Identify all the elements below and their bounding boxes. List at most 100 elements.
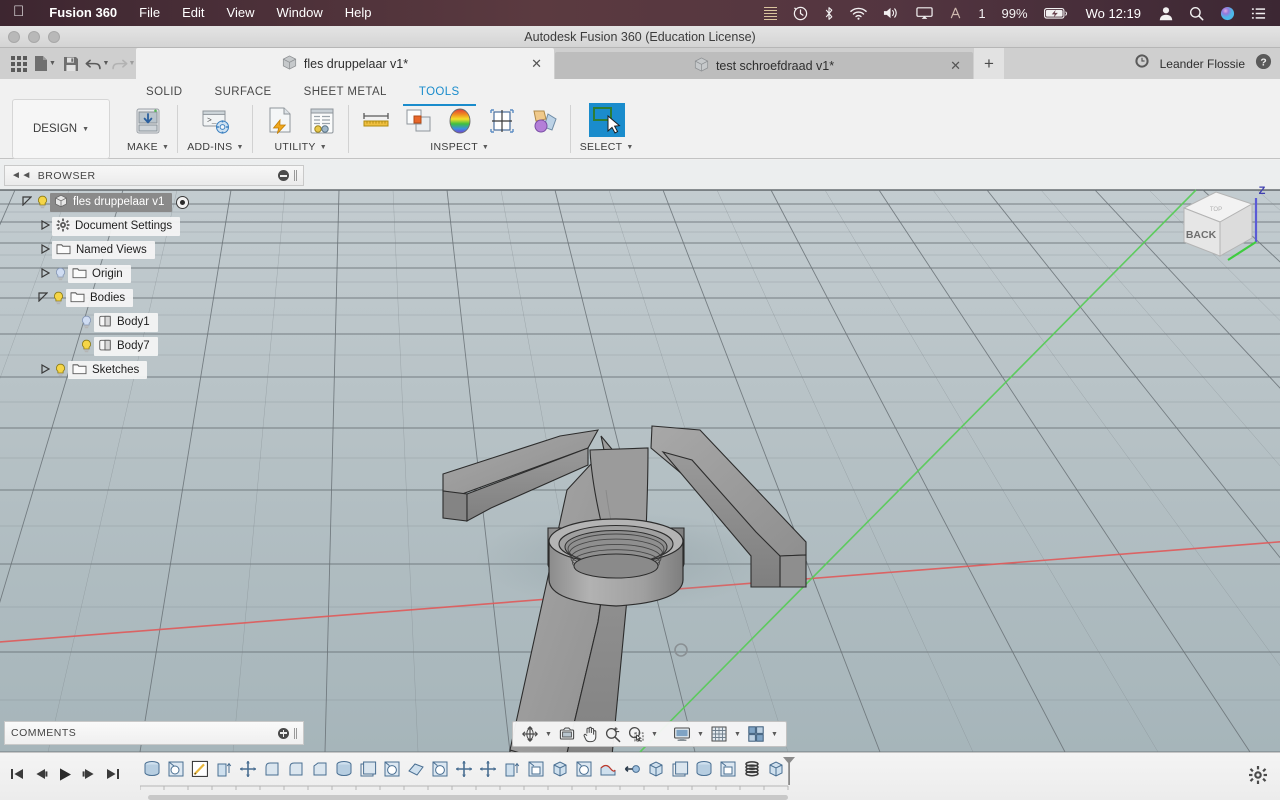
grid-and-snaps-icon[interactable] bbox=[708, 723, 729, 745]
go-to-beginning-icon[interactable] bbox=[6, 761, 28, 787]
zoom-window-icon[interactable] bbox=[625, 723, 646, 745]
interference-icon[interactable] bbox=[400, 103, 436, 139]
tree-node-fles-druppelaar[interactable]: fles druppelaar v1 bbox=[4, 192, 304, 212]
pan-icon[interactable] bbox=[579, 723, 600, 745]
curvature-comb-icon[interactable] bbox=[442, 103, 478, 139]
menu-item-window[interactable]: Window bbox=[265, 0, 333, 26]
viewport-dropdown-caret[interactable]: ▼ bbox=[768, 723, 780, 745]
panel-resize-grip[interactable] bbox=[294, 170, 297, 181]
step-forward-icon[interactable] bbox=[78, 761, 100, 787]
timeline-marker-icon[interactable] bbox=[781, 755, 795, 790]
tree-node-body7[interactable]: Body7 bbox=[4, 336, 304, 356]
document-tab-test-schroefdraad[interactable]: test schroefdraad v1* ✕ bbox=[555, 52, 973, 79]
job-status-clock-icon[interactable] bbox=[1134, 53, 1150, 74]
look-at-icon[interactable] bbox=[556, 723, 577, 745]
visibility-bulb-icon[interactable] bbox=[78, 339, 94, 353]
minimize-icon[interactable] bbox=[278, 170, 289, 181]
zoom-dropdown-caret[interactable]: ▼ bbox=[648, 723, 660, 745]
expand-arrow-icon[interactable] bbox=[38, 243, 52, 256]
view-cube[interactable]: BACK TOP Z bbox=[1170, 170, 1270, 270]
tree-node-chip[interactable]: Body7 bbox=[94, 336, 158, 356]
new-tab-button[interactable]: + bbox=[974, 48, 1004, 79]
measure-icon[interactable] bbox=[358, 103, 394, 139]
display-settings-icon[interactable] bbox=[671, 723, 692, 745]
orbit-dropdown-caret[interactable]: ▼ bbox=[542, 723, 554, 745]
time-machine-icon[interactable] bbox=[785, 0, 816, 26]
notification-center-icon[interactable] bbox=[1243, 0, 1274, 26]
visibility-bulb-icon[interactable] bbox=[78, 315, 94, 329]
battery-charging-icon[interactable] bbox=[1036, 0, 1076, 26]
chevron-down-icon[interactable]: ▼ bbox=[129, 60, 136, 67]
add-comment-icon[interactable] bbox=[278, 727, 289, 739]
input-source-number[interactable]: 1 bbox=[970, 0, 993, 26]
save-button[interactable] bbox=[58, 50, 84, 78]
minimize-button[interactable] bbox=[28, 31, 40, 43]
orbit-icon[interactable] bbox=[519, 723, 540, 745]
play-icon[interactable] bbox=[54, 761, 76, 787]
tree-node-chip[interactable]: fles druppelaar v1 bbox=[50, 192, 173, 212]
apple-icon[interactable]:  bbox=[0, 0, 38, 26]
comments-panel[interactable]: COMMENTS bbox=[4, 721, 304, 745]
panel-label-select[interactable]: SELECT ▼ bbox=[580, 141, 634, 153]
expand-arrow-icon[interactable] bbox=[20, 196, 34, 208]
tree-node-origin[interactable]: Origin bbox=[4, 264, 304, 284]
tree-node-named-views[interactable]: Named Views bbox=[4, 240, 304, 260]
equalizer-icon[interactable] bbox=[756, 0, 785, 26]
grid-dropdown-caret[interactable]: ▼ bbox=[731, 723, 743, 745]
timeline-horizontal-scrollbar[interactable] bbox=[148, 795, 788, 800]
show-data-panel-button[interactable] bbox=[6, 50, 32, 78]
timeline-track[interactable] bbox=[140, 782, 800, 794]
expand-arrow-icon[interactable] bbox=[36, 292, 50, 304]
help-icon[interactable]: ? bbox=[1255, 53, 1272, 75]
undo-button[interactable]: ▼ bbox=[84, 50, 110, 78]
window-controls[interactable] bbox=[8, 31, 60, 43]
drawing-utility-icon[interactable] bbox=[262, 103, 298, 139]
component-color-toggle-icon[interactable] bbox=[526, 103, 562, 139]
menu-bar-clock[interactable]: Wo 12:19 bbox=[1076, 6, 1151, 21]
visibility-bulb-icon[interactable] bbox=[52, 267, 68, 281]
visibility-bulb-icon[interactable] bbox=[52, 363, 68, 377]
expand-arrow-icon[interactable] bbox=[38, 363, 52, 376]
tree-node-bodies[interactable]: Bodies bbox=[4, 288, 304, 308]
event-viewer-icon[interactable] bbox=[304, 103, 340, 139]
chevron-down-icon[interactable]: ▼ bbox=[49, 60, 56, 67]
airplay-icon[interactable] bbox=[908, 0, 941, 26]
battery-percent[interactable]: 99% bbox=[994, 0, 1036, 26]
collapse-left-icon[interactable]: ◄◄ bbox=[11, 170, 32, 181]
chevron-down-icon[interactable]: ▼ bbox=[103, 60, 110, 67]
settings-gear-icon[interactable] bbox=[1248, 765, 1268, 790]
go-to-end-icon[interactable] bbox=[102, 761, 124, 787]
siri-icon[interactable] bbox=[1212, 0, 1243, 26]
panel-label-add-ins[interactable]: ADD-INS ▼ bbox=[187, 141, 244, 153]
tree-node-chip[interactable]: Document Settings bbox=[52, 216, 181, 236]
activate-component-radio[interactable] bbox=[176, 195, 190, 209]
workspace-switcher[interactable]: DESIGN ▼ bbox=[12, 99, 110, 159]
3d-print-icon[interactable] bbox=[130, 103, 166, 139]
expand-arrow-icon[interactable] bbox=[38, 267, 52, 280]
tree-node-chip[interactable]: Origin bbox=[68, 265, 131, 283]
text-input-icon[interactable] bbox=[941, 0, 970, 26]
visibility-bulb-icon[interactable] bbox=[50, 291, 66, 305]
wifi-icon[interactable] bbox=[842, 0, 875, 26]
user-account-icon[interactable] bbox=[1151, 0, 1181, 26]
visibility-bulb-icon[interactable] bbox=[34, 195, 50, 209]
redo-button[interactable]: ▼ bbox=[110, 50, 136, 78]
menu-item-view[interactable]: View bbox=[216, 0, 266, 26]
panel-label-inspect[interactable]: INSPECT ▼ bbox=[430, 141, 489, 153]
menu-item-file[interactable]: File bbox=[128, 0, 171, 26]
menu-item-help[interactable]: Help bbox=[334, 0, 383, 26]
panel-resize-grip[interactable] bbox=[294, 727, 297, 739]
tree-node-body1[interactable]: Body1 bbox=[4, 312, 304, 332]
tree-node-chip[interactable]: Bodies bbox=[66, 289, 134, 307]
scripts-and-addins-icon[interactable]: >_ bbox=[197, 103, 233, 139]
tree-node-chip[interactable]: Body1 bbox=[94, 312, 158, 332]
volume-icon[interactable] bbox=[875, 0, 908, 26]
panel-label-utility[interactable]: UTILITY ▼ bbox=[275, 141, 327, 153]
zoom-button[interactable] bbox=[48, 31, 60, 43]
tree-node-chip[interactable]: Named Views bbox=[52, 241, 155, 259]
bluetooth-icon[interactable] bbox=[816, 0, 842, 26]
tree-node-document-settings[interactable]: Document Settings bbox=[4, 216, 304, 236]
close-icon[interactable]: ✕ bbox=[950, 58, 961, 74]
menu-item-edit[interactable]: Edit bbox=[171, 0, 215, 26]
account-username[interactable]: Leander Flossie bbox=[1160, 57, 1245, 71]
